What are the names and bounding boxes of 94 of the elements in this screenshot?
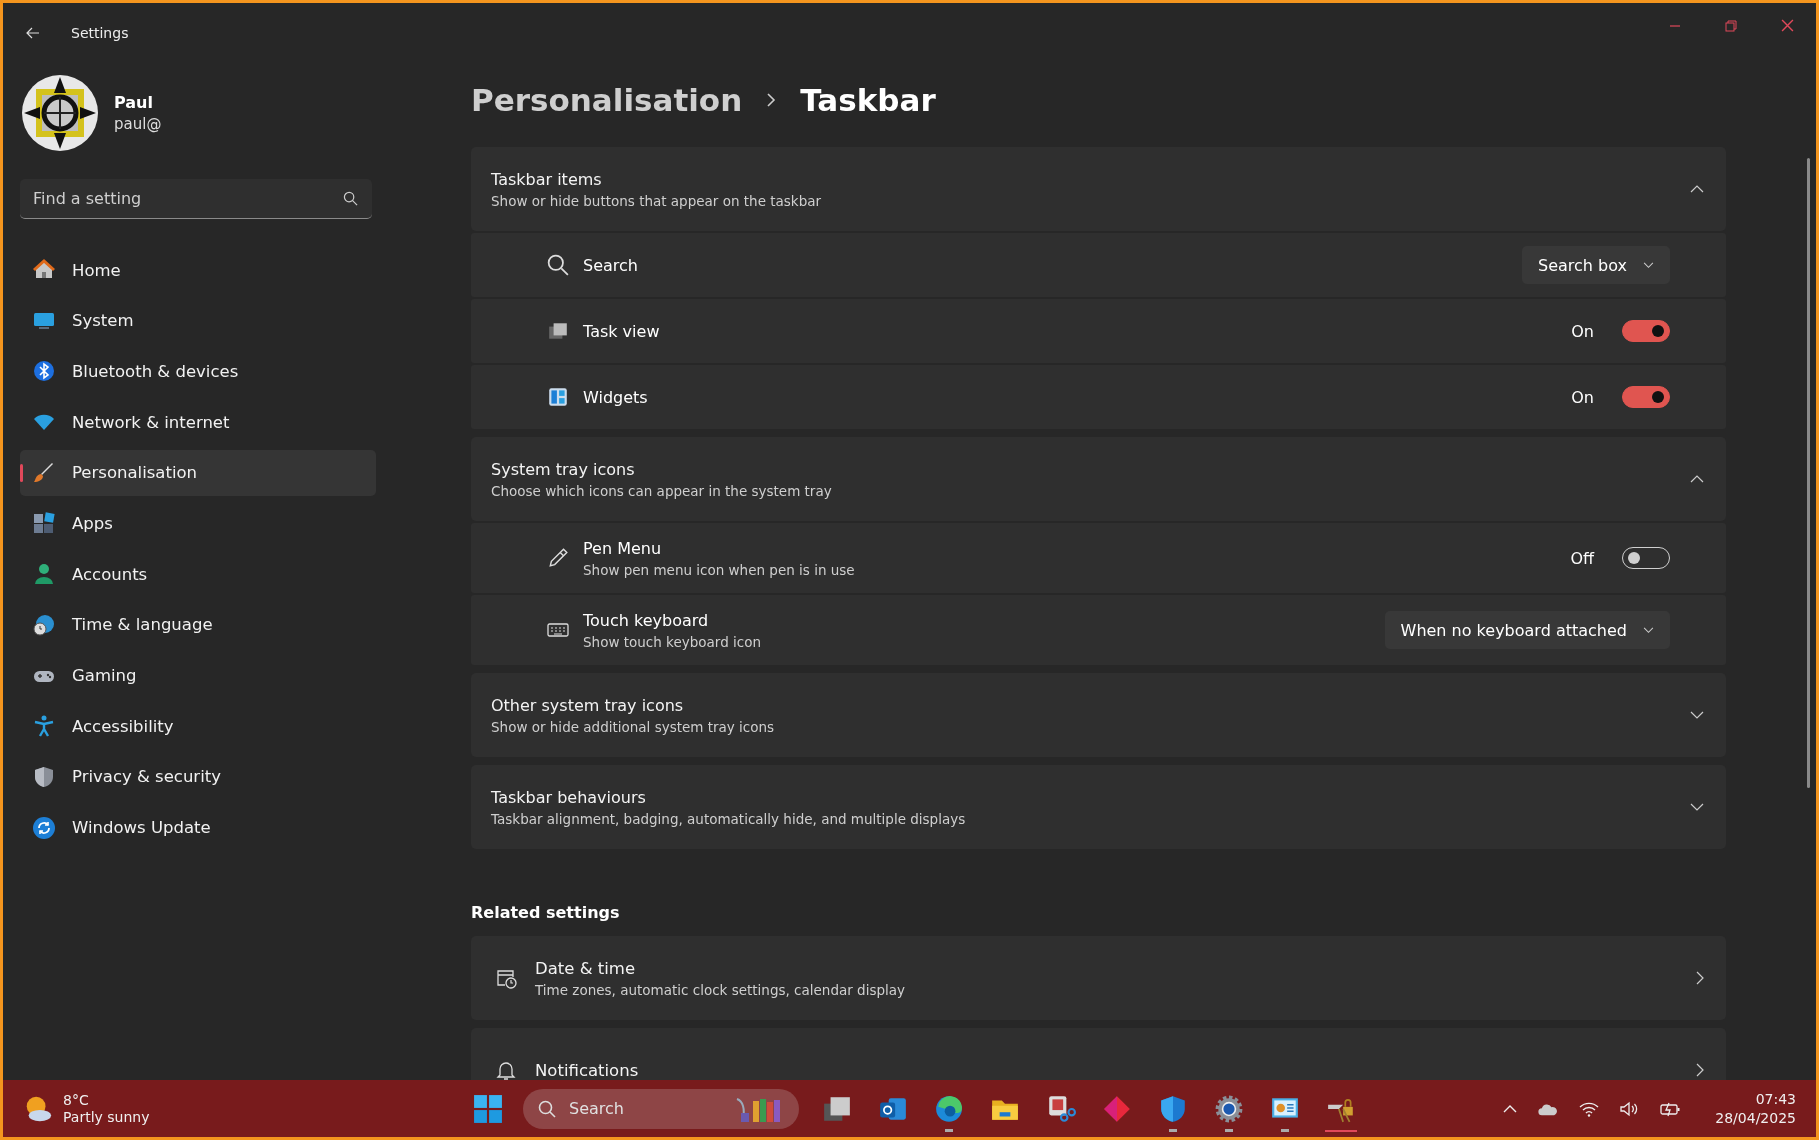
- section-header[interactable]: Taskbar items Show or hide buttons that appear on the taskbar: [471, 147, 1726, 231]
- toggle-state: Off: [1570, 548, 1594, 568]
- setting-description: Show touch keyboard icon: [583, 633, 762, 650]
- setting-label: Pen Menu: [583, 538, 663, 558]
- toggle-switch[interactable]: [1622, 320, 1670, 342]
- section-title: Other system tray icons: [491, 695, 685, 715]
- dropdown[interactable]: When no keyboard attached: [1384, 611, 1670, 649]
- section-title: Taskbar behaviours: [491, 787, 647, 807]
- user-name: Paul: [114, 93, 154, 112]
- battery-icon[interactable]: [1659, 1100, 1682, 1117]
- task-view-icon: [547, 320, 569, 342]
- section-subtitle: Choose which icons can appear in the system tray: [491, 482, 833, 499]
- section-header[interactable]: System tray icons Choose which icons can appear in the system tray: [471, 437, 1726, 521]
- shield-icon[interactable]: [1158, 1093, 1188, 1124]
- nav-item[interactable]: Windows Update: [20, 804, 376, 851]
- nav-item[interactable]: Bluetooth & devices: [20, 348, 376, 395]
- user-email: paul@: [114, 115, 162, 133]
- nav-item[interactable]: Personalisation: [20, 449, 376, 496]
- scrollbar-thumb[interactable]: [1807, 158, 1810, 788]
- apps-icon: [32, 511, 56, 536]
- calendar-clock-icon: [495, 967, 517, 989]
- setting-description: Show pen menu icon when pen is in use: [583, 561, 856, 578]
- search-field[interactable]: Find a setting: [20, 179, 372, 219]
- chevron-right-icon: [766, 92, 777, 108]
- setting-label: Touch keyboard: [583, 610, 710, 630]
- bell-icon: [495, 1059, 517, 1080]
- chevron-up-icon: [1690, 185, 1704, 193]
- clock[interactable]: 07:43 28/04/2025: [1715, 1091, 1796, 1126]
- shield-icon: [32, 764, 56, 789]
- related-title: Notifications: [535, 1060, 640, 1080]
- chevron-up-icon[interactable]: [1503, 1104, 1518, 1113]
- setting-label: Task view: [583, 321, 661, 341]
- nav-item[interactable]: System: [20, 297, 376, 344]
- related-subtitle: Time zones, automatic clock settings, calendar display: [535, 981, 907, 998]
- toggle-switch[interactable]: [1622, 386, 1670, 408]
- restore-icon[interactable]: [1725, 19, 1737, 32]
- chevron-down-icon: [1643, 626, 1654, 634]
- section-title: System tray icons: [491, 459, 636, 479]
- chevron-right-icon: [1696, 971, 1704, 985]
- setting-label: Search: [583, 255, 639, 275]
- wifi-icon[interactable]: [1579, 1100, 1600, 1117]
- setting-label: Widgets: [583, 387, 649, 407]
- start-icon[interactable]: [473, 1093, 503, 1124]
- related-link[interactable]: Notifications: [471, 1028, 1726, 1080]
- nav-item[interactable]: Time & language: [20, 601, 376, 648]
- person-icon: [32, 562, 56, 587]
- nav-item[interactable]: Gaming: [20, 652, 376, 699]
- globe-clock-icon: [32, 612, 56, 637]
- chevron-right-icon: [1696, 1063, 1704, 1077]
- nav-item[interactable]: Privacy & security: [20, 753, 376, 800]
- nav-item[interactable]: Apps: [20, 500, 376, 547]
- close-icon[interactable]: [1781, 19, 1794, 32]
- cloud-icon[interactable]: [1537, 1101, 1560, 1116]
- related-link[interactable]: Date & time Time zones, automatic clock settings, calendar display: [471, 936, 1726, 1020]
- pen-icon: [547, 547, 569, 569]
- related-title: Date & time: [535, 958, 637, 978]
- toggle-state: On: [1571, 321, 1594, 341]
- snipping-icon[interactable]: [1046, 1093, 1076, 1124]
- search-icon: [538, 1099, 556, 1118]
- section-title: Taskbar items: [491, 169, 603, 189]
- section-subtitle: Taskbar alignment, badging, automatically hide, and multiple displays: [491, 810, 967, 827]
- section-subtitle: Show or hide buttons that appear on the taskbar: [491, 192, 823, 209]
- toggle-state: On: [1571, 387, 1594, 407]
- brush-icon: [32, 460, 56, 485]
- search-icon: [547, 254, 569, 276]
- weather-temperature: 8°C: [63, 1092, 90, 1108]
- chevron-up-icon: [1690, 475, 1704, 483]
- section-subtitle: Show or hide additional system tray icons: [491, 718, 776, 735]
- volume-icon[interactable]: [1619, 1100, 1640, 1117]
- widgets-icon: [547, 386, 569, 408]
- update-icon: [32, 815, 56, 840]
- section-header[interactable]: Taskbar behaviours Taskbar alignment, badging, automatically hide, and multiple displays: [471, 765, 1726, 849]
- related-heading: Related settings: [471, 903, 621, 922]
- nav-item[interactable]: Accounts: [20, 551, 376, 598]
- browser-icon[interactable]: [934, 1093, 964, 1124]
- taskbar-search[interactable]: Search: [523, 1088, 799, 1129]
- section-header[interactable]: Other system tray icons Show or hide additional system tray icons: [471, 673, 1726, 757]
- breadcrumb-link[interactable]: Personalisation: [471, 82, 743, 118]
- back-icon[interactable]: [25, 25, 41, 41]
- chevron-down-icon: [1690, 803, 1704, 811]
- search-icon[interactable]: [343, 191, 358, 206]
- chevron-down-icon: [1643, 261, 1654, 269]
- accessibility-icon: [32, 714, 56, 739]
- chevron-down-icon: [1690, 711, 1704, 719]
- nav-item[interactable]: Accessibility: [20, 703, 376, 750]
- nav-item[interactable]: Network & internet: [20, 399, 376, 446]
- weather-condition: Partly sunny: [63, 1109, 150, 1125]
- weather-widget[interactable]: 8°C Partly sunny: [23, 1092, 423, 1125]
- page-title: Taskbar: [800, 82, 936, 118]
- window-title: Settings: [71, 25, 129, 41]
- dropdown[interactable]: Search box: [1522, 246, 1670, 284]
- nav-item[interactable]: Home: [20, 247, 376, 293]
- settings-icon[interactable]: [1214, 1093, 1244, 1124]
- bluetooth-icon: [32, 359, 56, 384]
